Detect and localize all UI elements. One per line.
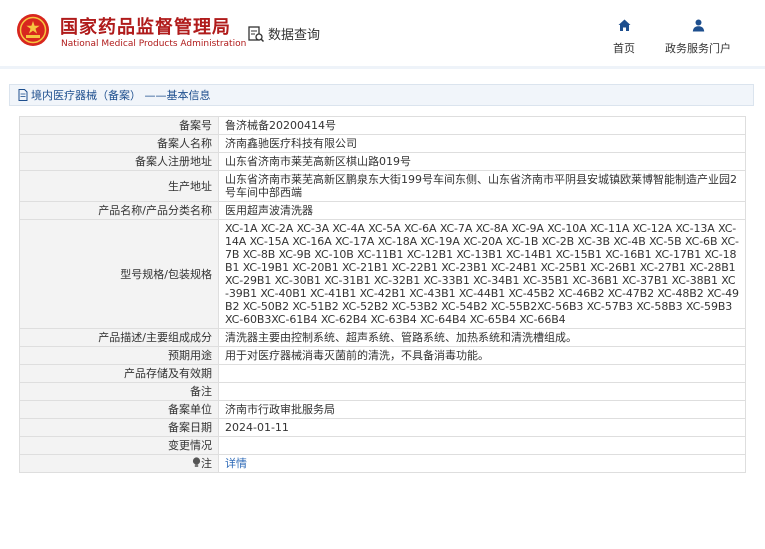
- nav-home-label: 首页: [613, 42, 635, 55]
- table-row: 变更情况: [19, 436, 746, 455]
- field-value: 医用超声波清洗器: [218, 201, 746, 220]
- note-label-cell: 注: [19, 454, 219, 473]
- field-label: 产品名称/产品分类名称: [19, 201, 219, 220]
- table-row: 备案人名称 济南鑫驰医疗科技有限公司: [19, 134, 746, 153]
- home-icon: [618, 19, 630, 31]
- field-value: [218, 436, 746, 455]
- field-value: 清洗器主要由控制系统、超声系统、管路系统、加热系统和清洗槽组成。: [218, 328, 746, 347]
- table-row: 产品存储及有效期: [19, 364, 746, 383]
- site-title: 国家药品监督管理局: [60, 17, 231, 38]
- table-row: 备案人注册地址 山东省济南市莱芜高新区棋山路019号: [19, 152, 746, 171]
- national-emblem-icon: [17, 14, 49, 46]
- table-row: 产品描述/主要组成成分 清洗器主要由控制系统、超声系统、管路系统、加热系统和清洗…: [19, 328, 746, 347]
- section-title: 境内医疗器械（备案） ——基本信息: [31, 89, 211, 102]
- field-label: 备案号: [19, 116, 219, 135]
- details-link[interactable]: 详情: [225, 457, 247, 470]
- table-row: 备注: [19, 382, 746, 401]
- site-subtitle: National Medical Products Administration: [61, 39, 247, 49]
- bulb-icon: [192, 457, 201, 467]
- field-value: 2024-01-11: [218, 418, 746, 437]
- user-icon: [692, 19, 704, 32]
- nav-service-portal-label: 政务服务门户: [665, 42, 731, 55]
- field-value: XC-1A XC-2A XC-3A XC-4A XC-5A XC-6A XC-7…: [218, 219, 746, 329]
- table-row: 生产地址 山东省济南市莱芜高新区鹏泉东大街199号车间东侧、山东省济南市平阴县安…: [19, 170, 746, 202]
- field-value: 济南鑫驰医疗科技有限公司: [218, 134, 746, 153]
- table-row: 预期用途 用于对医疗器械消毒灭菌前的清洗，不具备消毒功能。: [19, 346, 746, 365]
- section-header: 境内医疗器械（备案） ——基本信息: [9, 84, 754, 106]
- header-divider: [0, 66, 765, 69]
- table-row: 型号规格/包装规格 XC-1A XC-2A XC-3A XC-4A XC-5A …: [19, 219, 746, 329]
- data-query-link[interactable]: 数据查询: [247, 24, 320, 43]
- table-row: 备案单位 济南市行政审批服务局: [19, 400, 746, 419]
- field-label: 预期用途: [19, 346, 219, 365]
- data-query-label: 数据查询: [268, 28, 321, 43]
- field-label: 注: [201, 457, 212, 470]
- field-label: 产品存储及有效期: [19, 364, 219, 383]
- field-value: 山东省济南市莱芜高新区棋山路019号: [218, 152, 746, 171]
- field-value: 济南市行政审批服务局: [218, 400, 746, 419]
- field-label: 变更情况: [19, 436, 219, 455]
- field-label: 生产地址: [19, 170, 219, 202]
- field-label: 备案单位: [19, 400, 219, 419]
- field-value: [218, 382, 746, 401]
- search-document-icon: [248, 25, 265, 42]
- field-label: 备注: [19, 382, 219, 401]
- field-label: 备案人注册地址: [19, 152, 219, 171]
- table-row: 注 详情: [19, 454, 746, 473]
- site-header: 国家药品监督管理局 National Medical Products Admi…: [0, 0, 765, 66]
- table-row: 产品名称/产品分类名称 医用超声波清洗器: [19, 201, 746, 220]
- table-row: 备案日期 2024-01-11: [19, 418, 746, 437]
- field-value: 山东省济南市莱芜高新区鹏泉东大街199号车间东侧、山东省济南市平阴县安城镇欧莱博…: [218, 170, 746, 202]
- nav-service-portal[interactable]: 政务服务门户: [660, 17, 736, 56]
- field-label: 产品描述/主要组成成分: [19, 328, 219, 347]
- field-value: [218, 364, 746, 383]
- field-label: 备案人名称: [19, 134, 219, 153]
- field-label: 型号规格/包装规格: [19, 219, 219, 329]
- field-value: 用于对医疗器械消毒灭菌前的清洗，不具备消毒功能。: [218, 346, 746, 365]
- table-row: 备案号 鲁济械备20200414号: [19, 116, 746, 135]
- nav-home[interactable]: 首页: [610, 17, 638, 56]
- document-icon: [18, 89, 28, 101]
- details-cell: 详情: [218, 454, 746, 473]
- field-value: 鲁济械备20200414号: [218, 116, 746, 135]
- record-table: 备案号 鲁济械备20200414号 备案人名称 济南鑫驰医疗科技有限公司 备案人…: [19, 116, 746, 473]
- field-label: 备案日期: [19, 418, 219, 437]
